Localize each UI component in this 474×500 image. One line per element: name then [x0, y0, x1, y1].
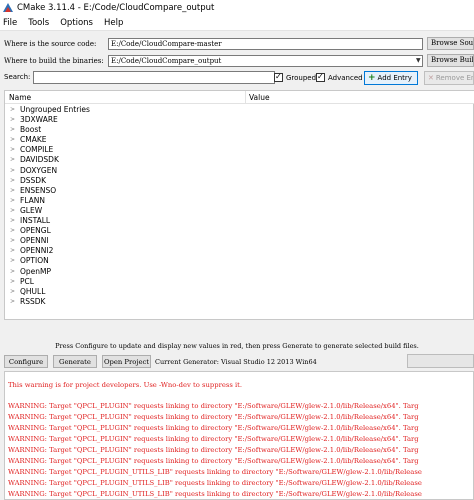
add-entry-label: Add Entry — [377, 74, 412, 82]
column-value-header[interactable]: Value — [249, 93, 270, 102]
log-line: WARNING: Target "QPCL_PLUGIN_UTILS_LIB" … — [8, 490, 422, 498]
tree-item-openni2[interactable]: > OPENNI2 — [5, 246, 474, 256]
output-log[interactable]: This warning is for project developers. … — [4, 371, 474, 500]
chevron-right-icon[interactable]: > — [10, 136, 15, 143]
build-path-combo[interactable]: E:/Code/CloudCompare_output — [108, 55, 423, 67]
remove-icon: ✕ — [428, 74, 434, 82]
menu-options[interactable]: Options — [60, 18, 93, 28]
tree-item-flann[interactable]: > FLANN — [5, 196, 474, 206]
chevron-down-icon[interactable]: ▼ — [416, 57, 421, 64]
chevron-right-icon[interactable]: > — [10, 146, 15, 153]
log-line: WARNING: Target "QPCL_PLUGIN" requests l… — [8, 424, 419, 432]
chevron-right-icon[interactable]: > — [10, 288, 15, 295]
build-label: Where to build the binaries: — [4, 57, 104, 65]
instruction-hint: Press Configure to update and display ne… — [55, 342, 419, 350]
log-line: WARNING: Target "QPCL_PLUGIN_UTILS_LIB" … — [8, 479, 422, 487]
tree-item-dssdk[interactable]: > DSSDK — [5, 176, 474, 186]
log-line: WARNING: Target "QPCL_PLUGIN" requests l… — [8, 457, 419, 465]
tree-item-ungrouped[interactable]: > Ungrouped Entries — [5, 105, 474, 115]
chevron-right-icon[interactable]: > — [10, 177, 15, 184]
tree-item-install[interactable]: > INSTALL — [5, 216, 474, 226]
log-line: WARNING: Target "QPCL_PLUGIN" requests l… — [8, 446, 419, 454]
check-icon: ✓ — [275, 72, 282, 81]
chevron-right-icon[interactable]: > — [10, 227, 15, 234]
log-line: WARNING: Target "QPCL_PLUGIN_UTILS_LIB" … — [8, 468, 422, 476]
chevron-right-icon[interactable]: > — [10, 298, 15, 305]
tree-body: > Ungrouped Entries >3DXWARE > Boost > CMAK… — [5, 105, 474, 307]
source-path-input[interactable]: E:/Code/CloudCompare-master — [108, 38, 423, 50]
browse-build-button[interactable]: Browse Build... — [427, 54, 474, 67]
menu-help[interactable]: Help — [104, 18, 123, 28]
tree-item-glew[interactable]: > GLEW — [5, 206, 474, 216]
tree-item-compile[interactable]: > COMPILE — [5, 145, 474, 155]
chevron-right-icon[interactable]: > — [10, 278, 15, 285]
progress-bar — [407, 354, 474, 368]
log-line: WARNING: Target "QPCL_PLUGIN" requests l… — [8, 402, 419, 410]
chevron-right-icon[interactable]: > — [10, 126, 15, 133]
cache-tree[interactable]: Name Value > Ungrouped Entries >3DXWARE >… — [4, 90, 474, 320]
chevron-right-icon[interactable]: > — [10, 207, 15, 214]
search-input[interactable] — [33, 71, 275, 84]
chevron-right-icon[interactable]: > — [10, 106, 15, 113]
menu-file[interactable]: File — [3, 18, 17, 28]
grouped-label: Grouped — [286, 74, 317, 82]
add-entry-button[interactable]: + Add Entry — [364, 71, 418, 85]
chevron-right-icon[interactable]: > — [10, 156, 15, 163]
menu-bar: File Tools Options Help — [0, 16, 474, 31]
tree-item-doxygen[interactable]: > DOXYGEN — [5, 166, 474, 176]
browse-source-button[interactable]: Browse Source... — [427, 37, 474, 50]
tree-item-cmake[interactable]: > CMAKE — [5, 135, 474, 145]
chevron-right-icon[interactable]: > — [10, 187, 15, 194]
chevron-right-icon[interactable]: > — [10, 257, 15, 264]
plus-icon: + — [368, 73, 376, 83]
generate-button[interactable]: Generate — [53, 355, 97, 368]
tree-item-rssdk[interactable]: > RSSDK — [5, 297, 474, 307]
tree-item-pcl[interactable]: > PCL — [5, 277, 474, 287]
grouped-checkbox[interactable]: ✓ — [274, 72, 283, 82]
tree-item-option[interactable]: > OPTION — [5, 256, 474, 266]
tree-header: Name Value — [5, 91, 474, 104]
title-bar: CMake 3.11.4 - E:/Code/CloudCompare_outp… — [0, 0, 474, 16]
chevron-right-icon[interactable]: > — [10, 268, 15, 275]
cmake-logo-icon — [3, 3, 13, 13]
tree-item-3dxware[interactable]: >3DXWARE — [5, 115, 474, 125]
tree-item-openni[interactable]: > OPENNI — [5, 236, 474, 246]
current-generator: Current Generator: Visual Studio 12 2013… — [155, 358, 317, 366]
source-label: Where is the source code: — [4, 40, 97, 48]
tree-item-ensenso[interactable]: > ENSENSO — [5, 186, 474, 196]
remove-entry-button[interactable]: ✕ Remove Entry — [424, 71, 474, 85]
menu-tools[interactable]: Tools — [28, 18, 49, 28]
chevron-right-icon[interactable]: > — [10, 237, 15, 244]
tree-item-boost[interactable]: > Boost — [5, 125, 474, 135]
column-divider[interactable] — [245, 91, 246, 104]
configure-button[interactable]: Configure — [4, 355, 48, 368]
window-title: CMake 3.11.4 - E:/Code/CloudCompare_outp… — [17, 3, 215, 13]
log-line: This warning is for project developers. … — [8, 381, 243, 389]
tree-item-qhull[interactable]: > QHULL — [5, 287, 474, 297]
advanced-checkbox[interactable]: ✓ — [316, 72, 325, 82]
tree-item-opengl[interactable]: > OPENGL — [5, 226, 474, 236]
check-icon: ✓ — [317, 72, 324, 81]
chevron-right-icon[interactable]: > — [10, 247, 15, 254]
remove-entry-label: Remove Entry — [435, 74, 473, 82]
log-line: WARNING: Target "QPCL_PLUGIN" requests l… — [8, 413, 419, 421]
chevron-right-icon[interactable]: > — [10, 167, 15, 174]
tree-item-davidsdk[interactable]: > DAVIDSDK — [5, 155, 474, 165]
log-line: WARNING: Target "QPCL_PLUGIN" requests l… — [8, 435, 419, 443]
chevron-right-icon[interactable]: > — [10, 116, 15, 123]
search-label: Search: — [4, 73, 31, 81]
tree-item-openmp[interactable]: > OpenMP — [5, 267, 474, 277]
column-name-header[interactable]: Name — [9, 93, 31, 102]
open-project-button[interactable]: Open Project — [102, 355, 151, 368]
chevron-right-icon[interactable]: > — [10, 197, 15, 204]
chevron-right-icon[interactable]: > — [10, 217, 15, 224]
advanced-label: Advanced — [328, 74, 363, 82]
